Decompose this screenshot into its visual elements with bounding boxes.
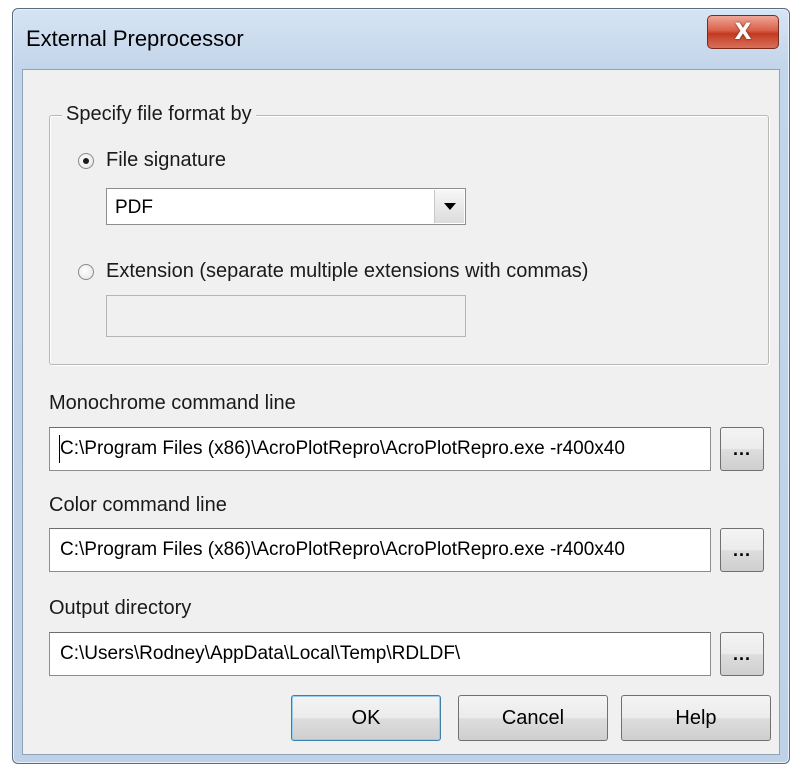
radio-unchecked-icon xyxy=(78,263,94,280)
monochrome-label: Monochrome command line xyxy=(49,392,296,414)
close-icon: X xyxy=(734,19,752,45)
output-directory-label: Output directory xyxy=(49,597,192,619)
file-signature-radio[interactable]: File signature xyxy=(78,149,226,172)
monochrome-command-input[interactable]: C:\Program Files (x86)\AcroPlotRepro\Acr… xyxy=(49,427,711,471)
dialog-title: External Preprocessor xyxy=(26,26,244,51)
group-label: Specify file format by xyxy=(62,103,256,126)
radio-checked-icon xyxy=(78,152,94,169)
output-directory-value: C:\Users\Rodney\AppData\Local\Temp\RDLDF… xyxy=(60,643,461,664)
output-browse-button[interactable]: ... xyxy=(720,632,764,676)
cancel-button[interactable]: Cancel xyxy=(458,695,608,741)
title-bar[interactable]: External Preprocessor X xyxy=(13,9,789,69)
color-browse-button[interactable]: ... xyxy=(720,528,764,572)
color-command-value: C:\Program Files (x86)\AcroPlotRepro\Acr… xyxy=(60,539,625,560)
extension-input[interactable] xyxy=(106,295,466,337)
output-directory-input[interactable]: C:\Users\Rodney\AppData\Local\Temp\RDLDF… xyxy=(49,632,711,676)
dialog-body: Specify file format by File signature PD… xyxy=(22,69,780,755)
extension-label: Extension (separate multiple extensions … xyxy=(106,260,589,282)
file-signature-dropdown[interactable]: PDF xyxy=(106,188,466,225)
close-button[interactable]: X xyxy=(707,15,779,49)
text-caret xyxy=(59,435,60,463)
file-format-group: Specify file format by File signature PD… xyxy=(49,103,769,365)
dialog-window: External Preprocessor X Specify file for… xyxy=(12,8,790,764)
chevron-down-icon[interactable] xyxy=(434,190,464,223)
monochrome-command-value: C:\Program Files (x86)\AcroPlotRepro\Acr… xyxy=(60,438,625,459)
monochrome-browse-button[interactable]: ... xyxy=(720,427,764,471)
dropdown-value: PDF xyxy=(115,197,153,218)
file-signature-label: File signature xyxy=(106,149,227,171)
extension-radio[interactable]: Extension (separate multiple extensions … xyxy=(78,260,588,283)
help-button[interactable]: Help xyxy=(621,695,771,741)
color-label: Color command line xyxy=(49,494,227,516)
ok-button[interactable]: OK xyxy=(291,695,441,741)
color-command-input[interactable]: C:\Program Files (x86)\AcroPlotRepro\Acr… xyxy=(49,528,711,572)
